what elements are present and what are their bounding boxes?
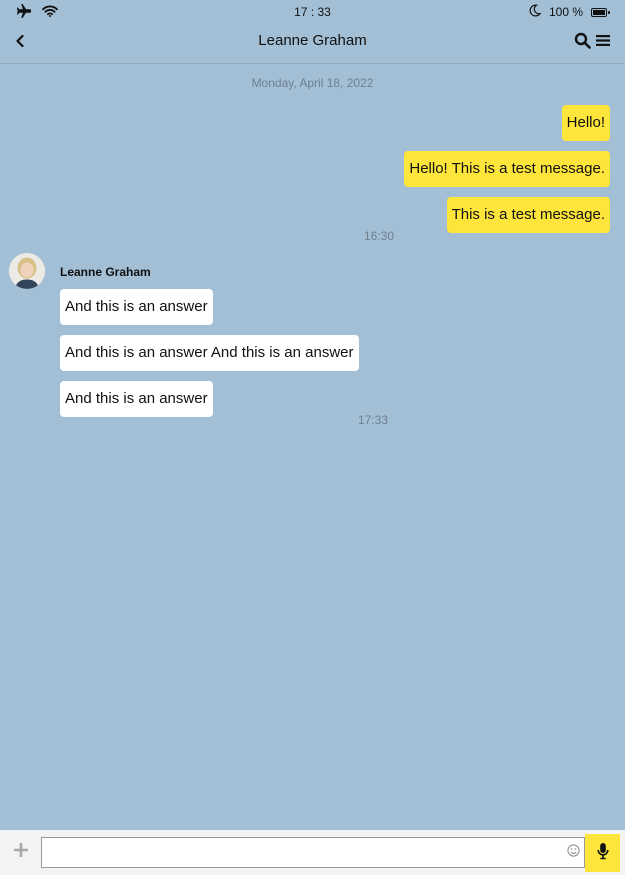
chat-header: Leanne Graham	[0, 24, 625, 64]
search-button[interactable]	[574, 32, 591, 49]
attach-button[interactable]	[10, 841, 32, 863]
sender-name: Leanne Graham	[60, 265, 151, 279]
message-input[interactable]	[46, 839, 560, 868]
outgoing-message[interactable]: This is a test message.	[446, 197, 610, 233]
incoming-timestamp: 17:33	[358, 413, 389, 427]
battery-icon	[591, 7, 610, 17]
outgoing-message[interactable]: Hello! This is a test message.	[404, 151, 610, 187]
voice-record-button[interactable]	[585, 834, 620, 872]
outgoing-message[interactable]: Hello!	[561, 105, 610, 141]
microphone-icon	[596, 842, 609, 865]
header-actions	[574, 32, 611, 49]
search-icon	[574, 32, 591, 49]
emoji-button[interactable]	[567, 844, 580, 860]
chat-title: Leanne Graham	[258, 32, 367, 49]
status-icons-right: 100 %	[529, 4, 610, 20]
incoming-message[interactable]: And this is an answer And this is an ans…	[60, 335, 359, 371]
avatar[interactable]	[9, 253, 45, 289]
plus-icon	[13, 842, 29, 863]
battery-percent: 100 %	[548, 5, 583, 19]
outgoing-message-group: Hello! Hello! This is a test message. Th…	[404, 105, 610, 233]
message-input-container	[41, 837, 585, 868]
menu-icon	[595, 33, 611, 48]
message-composer	[0, 830, 625, 875]
moon-icon	[529, 4, 542, 20]
incoming-message[interactable]: And this is an answer	[60, 289, 213, 325]
date-separator: Monday, April 18, 2022	[251, 76, 374, 90]
status-bar: 17 : 33 100 %	[0, 0, 625, 24]
menu-button[interactable]	[595, 33, 611, 48]
emoji-icon	[567, 844, 580, 860]
incoming-message-group: And this is an answer And this is an ans…	[60, 289, 359, 417]
outgoing-timestamp: 16:30	[364, 229, 395, 243]
incoming-message[interactable]: And this is an answer	[60, 381, 213, 417]
